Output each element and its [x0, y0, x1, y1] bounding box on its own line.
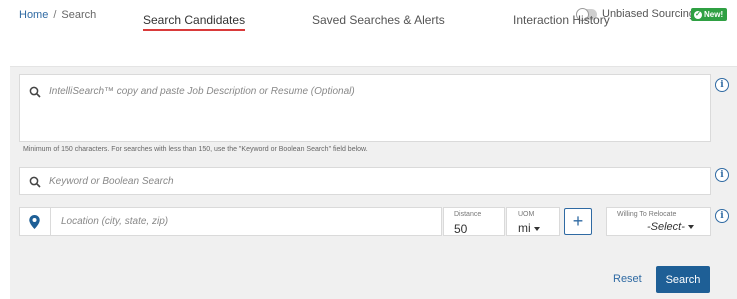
- relocate-value-text: -Select-: [647, 221, 685, 233]
- location-icon-cell: [19, 207, 50, 236]
- search-icon: [29, 176, 41, 188]
- search-button[interactable]: Search: [656, 266, 710, 293]
- reset-button[interactable]: Reset: [613, 273, 642, 285]
- intellisearch-placeholder: IntelliSearch™ copy and paste Job Descri…: [49, 86, 355, 97]
- relocate-label: Willing To Relocate: [617, 211, 677, 218]
- breadcrumb-home-link[interactable]: Home: [19, 9, 48, 21]
- unbiased-sourcing-label: Unbiased Sourcing: [602, 8, 695, 20]
- tab-interaction-history[interactable]: Interaction History: [513, 13, 610, 27]
- uom-value-text: mi: [518, 221, 531, 235]
- check-circle-icon: ✓: [694, 10, 702, 19]
- breadcrumb: Home / Search: [19, 9, 96, 21]
- add-location-button[interactable]: +: [564, 208, 592, 235]
- breadcrumb-current: Search: [61, 9, 97, 21]
- new-badge-text: New!: [704, 10, 724, 19]
- new-badge: ✓ New!: [691, 8, 728, 21]
- search-icon: [29, 86, 41, 98]
- relocate-info-icon[interactable]: i: [715, 209, 729, 223]
- willing-to-relocate-select[interactable]: Willing To Relocate -Select-: [606, 207, 711, 236]
- chevron-down-icon: [533, 226, 540, 231]
- distance-value: 50: [454, 222, 468, 236]
- keyword-placeholder: Keyword or Boolean Search: [49, 176, 174, 187]
- keyword-search-input[interactable]: Keyword or Boolean Search: [19, 167, 711, 195]
- breadcrumb-separator: /: [53, 9, 57, 21]
- distance-label: Distance: [454, 211, 482, 218]
- tab-saved-searches-alerts[interactable]: Saved Searches & Alerts: [312, 13, 445, 27]
- uom-value: mi: [518, 221, 540, 235]
- intellisearch-info-icon[interactable]: i: [715, 78, 729, 92]
- uom-select[interactable]: UOM mi: [506, 207, 560, 236]
- location-input[interactable]: Location (city, state, zip): [50, 207, 442, 236]
- search-panel: [10, 33, 737, 299]
- distance-input[interactable]: Distance 50: [443, 207, 505, 236]
- keyword-info-icon[interactable]: i: [715, 168, 729, 182]
- location-placeholder: Location (city, state, zip): [61, 216, 169, 227]
- tab-bar: [10, 33, 737, 67]
- map-pin-icon: [29, 215, 40, 229]
- intellisearch-hint: Minimum of 150 characters. For searches …: [23, 146, 368, 153]
- chevron-down-icon: [687, 225, 694, 230]
- tab-search-candidates[interactable]: Search Candidates: [143, 13, 246, 31]
- uom-label: UOM: [518, 211, 535, 218]
- relocate-value: -Select-: [647, 221, 694, 233]
- intellisearch-textarea[interactable]: IntelliSearch™ copy and paste Job Descri…: [19, 74, 711, 142]
